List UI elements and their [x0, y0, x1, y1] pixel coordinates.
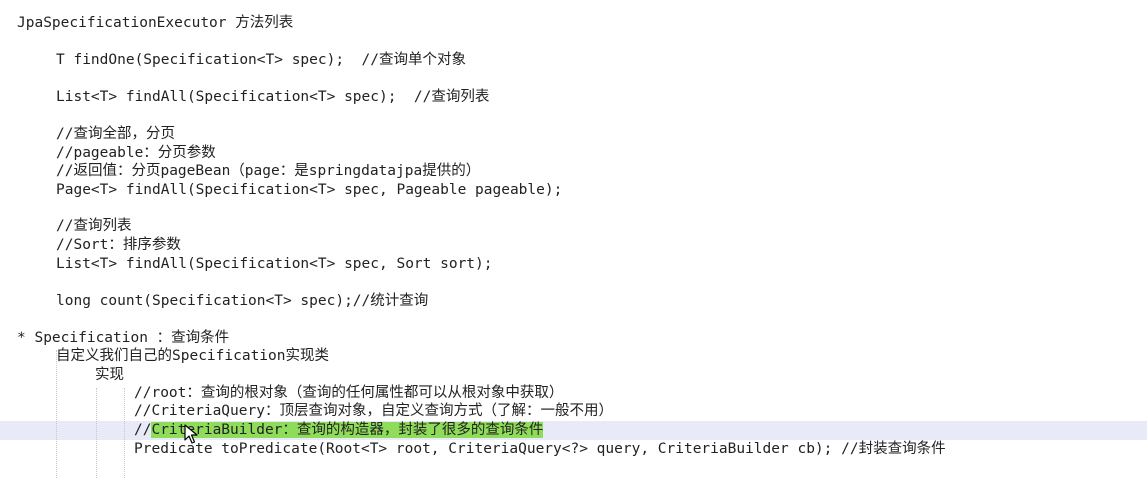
comment-line: //pageable：分页参数 — [56, 145, 216, 161]
comment-line: //查询全部，分页 — [56, 126, 175, 142]
code-line: JpaSpecificationExecutor 方法列表 — [17, 15, 294, 31]
mouse-pointer-icon — [184, 424, 198, 444]
code-line: long count(Specification<T> spec);//统计查询 — [56, 293, 429, 309]
code-line: List<T> findAll(Specification<T> spec, S… — [56, 256, 493, 272]
code-line: List<T> findAll(Specification<T> spec); … — [56, 89, 490, 105]
comment-line: //返回值：分页pageBean（page：是springdatajpa提供的） — [56, 163, 481, 179]
indent-guide — [56, 350, 57, 478]
code-line: * Specification ：查询条件 — [17, 330, 230, 346]
code-line: T findOne(Specification<T> spec); //查询单个… — [56, 52, 466, 68]
comment-prefix: // — [134, 422, 152, 438]
code-line: 实现 — [95, 367, 124, 383]
indent-guide — [124, 388, 125, 478]
indent-guide — [96, 388, 97, 478]
comment-line: //CriteriaQuery：顶层查询对象，自定义查询方式（了解：一般不用） — [134, 403, 613, 419]
code-line: Predicate toPredicate(Root<T> root, Crit… — [134, 441, 946, 457]
text-editor[interactable]: JpaSpecificationExecutor 方法列表 T findOne(… — [0, 0, 1147, 478]
text-selection[interactable]: CriteriaBuilder：查询的构造器，封装了很多的查询条件 — [151, 422, 544, 438]
comment-line: //root：查询的根对象（查询的任何属性都可以从根对象中获取） — [134, 385, 564, 401]
code-line: Page<T> findAll(Specification<T> spec, P… — [56, 182, 563, 198]
code-line: 自定义我们自己的Specification实现类 — [56, 348, 329, 364]
comment-line: //查询列表 — [56, 218, 132, 234]
comment-line: //Sort：排序参数 — [56, 237, 181, 253]
